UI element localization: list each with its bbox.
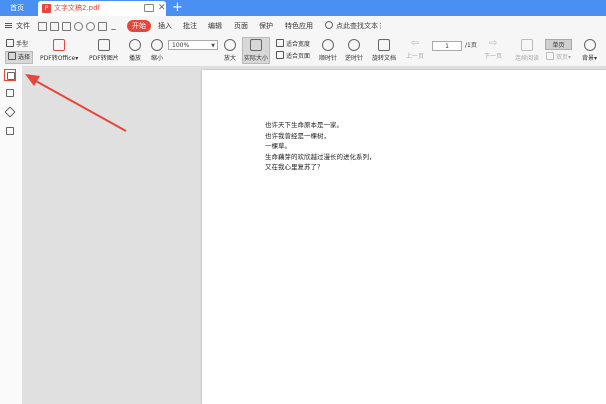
red-arrow-annotation (25, 74, 127, 132)
